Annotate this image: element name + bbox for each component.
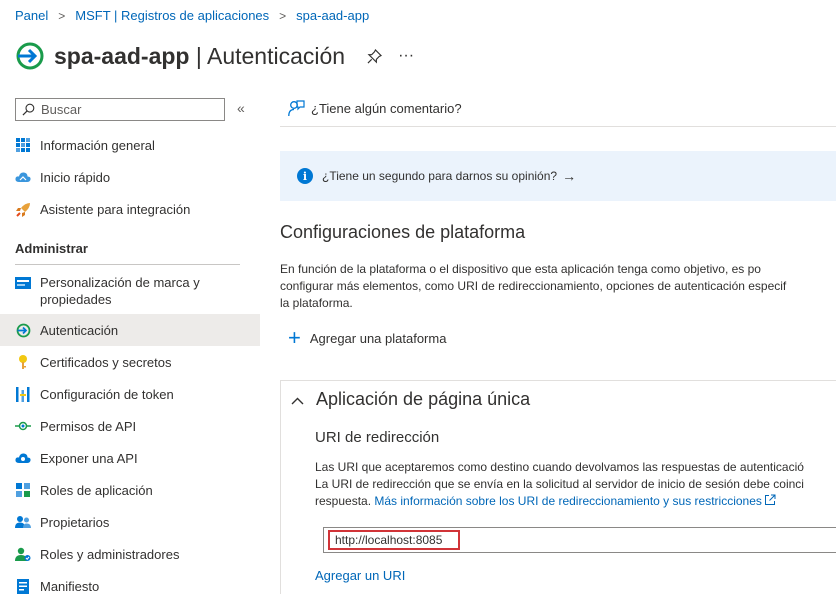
breadcrumb-separator: >	[279, 8, 287, 23]
branding-icon	[15, 275, 31, 291]
sidebar-item-label: Propietarios	[40, 514, 110, 530]
manifest-icon	[15, 578, 31, 594]
platform-config-description: En función de la plataforma o el disposi…	[280, 261, 836, 312]
redirect-uri-description: Las URI que aceptaremos como destino cua…	[315, 459, 836, 510]
redirect-uri-title: URI de redirección	[315, 429, 440, 446]
sidebar-item-label: Inicio rápido	[40, 169, 111, 185]
sidebar-item-quickstart[interactable]: Inicio rápido	[0, 165, 260, 189]
sidebar-item-label: Roles y administradores	[40, 546, 180, 562]
sidebar-item-label: Manifiesto	[40, 578, 100, 594]
sidebar-item-label: Permisos de API	[40, 418, 137, 434]
api-permissions-icon	[15, 418, 31, 434]
description-line: la plataforma.	[280, 296, 353, 310]
chevron-up-icon	[291, 392, 304, 408]
sidebar-search[interactable]	[15, 98, 225, 121]
description-line: respuesta. Más información sobre los URI…	[315, 493, 836, 510]
token-bars-icon	[15, 386, 31, 402]
page-title-app: spa-aad-app	[54, 42, 190, 69]
authentication-icon	[16, 42, 44, 70]
sidebar-item-roles-admins[interactable]: Roles y administradores	[0, 542, 260, 566]
sidebar-item-integration-assistant[interactable]: Asistente para integración	[0, 197, 260, 221]
sidebar-item-manifest[interactable]: Manifiesto	[0, 574, 260, 594]
plus-icon: +	[288, 325, 301, 350]
sidebar-item-overview[interactable]: Información general	[0, 133, 260, 157]
spa-platform-card: Aplicación de página única URI de redire…	[280, 380, 836, 594]
pin-icon[interactable]	[367, 48, 383, 64]
breadcrumb-panel[interactable]: Panel	[15, 8, 48, 23]
more-options-button[interactable]: ···	[398, 47, 414, 65]
roles-admins-icon	[15, 546, 31, 562]
feedback-button[interactable]: ¿Tiene algún comentario?	[288, 100, 462, 117]
feedback-person-icon	[288, 100, 305, 117]
description-line: configurar más elementos, como URI de re…	[280, 279, 787, 293]
sidebar-item-branding[interactable]: Personalización de marca y propiedades	[0, 270, 260, 312]
breadcrumb-separator: >	[58, 8, 66, 23]
external-link-icon	[764, 494, 776, 505]
key-icon	[15, 354, 31, 370]
breadcrumb-app[interactable]: spa-aad-app	[296, 8, 369, 23]
spa-card-title: Aplicación de página única	[316, 389, 531, 409]
sidebar-item-label: Autenticación	[40, 322, 119, 338]
sidebar-item-app-roles[interactable]: Roles de aplicación	[0, 478, 260, 502]
app-roles-grid-icon	[15, 482, 31, 498]
sidebar-item-certificates[interactable]: Certificados y secretos	[0, 350, 260, 374]
sidebar-item-label: Exponer una API	[40, 450, 138, 466]
command-bar-divider	[280, 126, 836, 127]
learn-more-label: Más información sobre los URI de redirec…	[374, 494, 762, 508]
sidebar-item-api-permissions[interactable]: Permisos de API	[0, 414, 260, 438]
info-icon: i	[297, 168, 313, 184]
authentication-icon	[15, 322, 31, 338]
sidebar: « Información general Inicio rápido	[0, 96, 260, 594]
main-content: ¿Tiene algún comentario? i ¿Tiene un seg…	[280, 96, 836, 594]
feedback-label: ¿Tiene algún comentario?	[311, 101, 462, 116]
overview-grid-icon	[15, 137, 31, 153]
page-title: spa-aad-app | Autenticación	[54, 43, 345, 70]
description-line: En función de la plataforma o el disposi…	[280, 262, 761, 276]
sidebar-item-token-config[interactable]: Configuración de token	[0, 382, 260, 406]
sidebar-item-expose-api[interactable]: Exponer una API	[0, 446, 260, 470]
spa-card-header[interactable]: Aplicación de página única	[291, 389, 530, 410]
page-title-section: Autenticación	[206, 42, 346, 69]
search-input[interactable]	[41, 102, 211, 117]
description-line: La URI de redirección que se envía en la…	[315, 477, 804, 491]
section-divider	[15, 264, 240, 265]
redirect-uri-learn-more-link[interactable]: Más información sobre los URI de redirec…	[374, 494, 776, 508]
add-uri-link[interactable]: Agregar un URI	[315, 568, 405, 583]
sidebar-item-label-line1: Personalización de marca y	[40, 275, 200, 290]
sidebar-item-label-line2: propiedades	[40, 292, 112, 307]
owners-people-icon	[15, 514, 31, 530]
cloud-quickstart-icon	[15, 169, 31, 185]
redirect-uri-input[interactable]	[328, 530, 460, 550]
info-bar-text: ¿Tiene un segundo para darnos su opinión…	[322, 169, 558, 183]
sidebar-item-owners[interactable]: Propietarios	[0, 510, 260, 534]
sidebar-item-label: Información general	[40, 137, 155, 153]
platform-config-title: Configuraciones de plataforma	[280, 222, 526, 242]
rocket-icon	[15, 201, 31, 217]
page-title-separator: |	[195, 42, 202, 69]
feedback-info-bar[interactable]: i ¿Tiene un segundo para darnos su opini…	[280, 151, 836, 201]
expose-api-cloud-icon	[15, 450, 31, 466]
page-header: spa-aad-app | Autenticación ···	[15, 36, 414, 76]
add-platform-label: Agregar una plataforma	[309, 330, 447, 346]
section-title-manage: Administrar	[15, 241, 88, 256]
sidebar-item-label: Certificados y secretos	[40, 354, 172, 370]
description-text: respuesta.	[315, 494, 372, 508]
collapse-sidebar-button[interactable]: «	[237, 100, 245, 116]
description-line: Las URI que aceptaremos como destino cua…	[315, 460, 804, 474]
title-actions: ···	[367, 47, 414, 65]
arrow-right-icon: →	[562, 168, 577, 184]
search-icon	[22, 103, 35, 116]
sidebar-item-label: Personalización de marca y propiedades	[40, 274, 200, 308]
sidebar-item-label: Configuración de token	[40, 386, 174, 402]
redirect-uri-row	[323, 527, 836, 553]
add-platform-button[interactable]: + Agregar una plataforma	[288, 325, 447, 350]
breadcrumb-app-registrations[interactable]: MSFT | Registros de aplicaciones	[75, 8, 269, 23]
breadcrumb: Panel > MSFT | Registros de aplicaciones…	[15, 8, 369, 23]
sidebar-item-label: Asistente para integración	[40, 201, 191, 217]
sidebar-item-label: Roles de aplicación	[40, 482, 153, 498]
sidebar-item-authentication[interactable]: Autenticación	[0, 314, 260, 346]
